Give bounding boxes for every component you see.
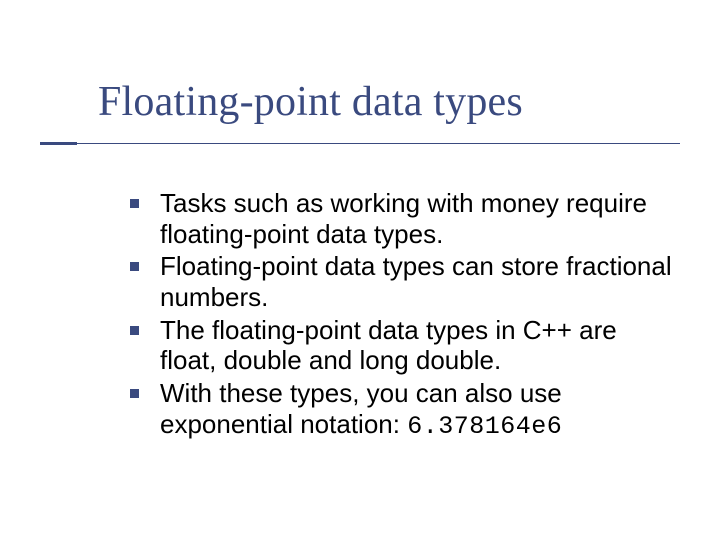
code-literal: 6.378164e6 xyxy=(407,412,562,441)
underline-thin xyxy=(77,143,680,144)
page-title: Floating-point data types xyxy=(98,78,658,126)
list-item-text: Floating-point data types can store frac… xyxy=(160,251,672,312)
body-content: Tasks such as working with money require… xyxy=(130,188,680,443)
title-underline xyxy=(40,142,680,145)
slide: Floating-point data types Tasks such as … xyxy=(0,0,720,540)
title-wrap: Floating-point data types xyxy=(98,78,658,126)
square-bullet-icon xyxy=(130,389,139,398)
square-bullet-icon xyxy=(130,326,139,335)
list-item-text: Tasks such as working with money require… xyxy=(160,188,647,249)
square-bullet-icon xyxy=(130,199,139,208)
square-bullet-icon xyxy=(130,262,139,271)
list-item-text: The floating-point data types in C++ are… xyxy=(160,315,617,376)
underline-thick xyxy=(40,142,77,145)
list-item: Tasks such as working with money require… xyxy=(130,188,680,249)
list-item: The floating-point data types in C++ are… xyxy=(130,315,680,376)
list-item: With these types, you can also use expon… xyxy=(130,378,680,441)
list-item: Floating-point data types can store frac… xyxy=(130,251,680,312)
